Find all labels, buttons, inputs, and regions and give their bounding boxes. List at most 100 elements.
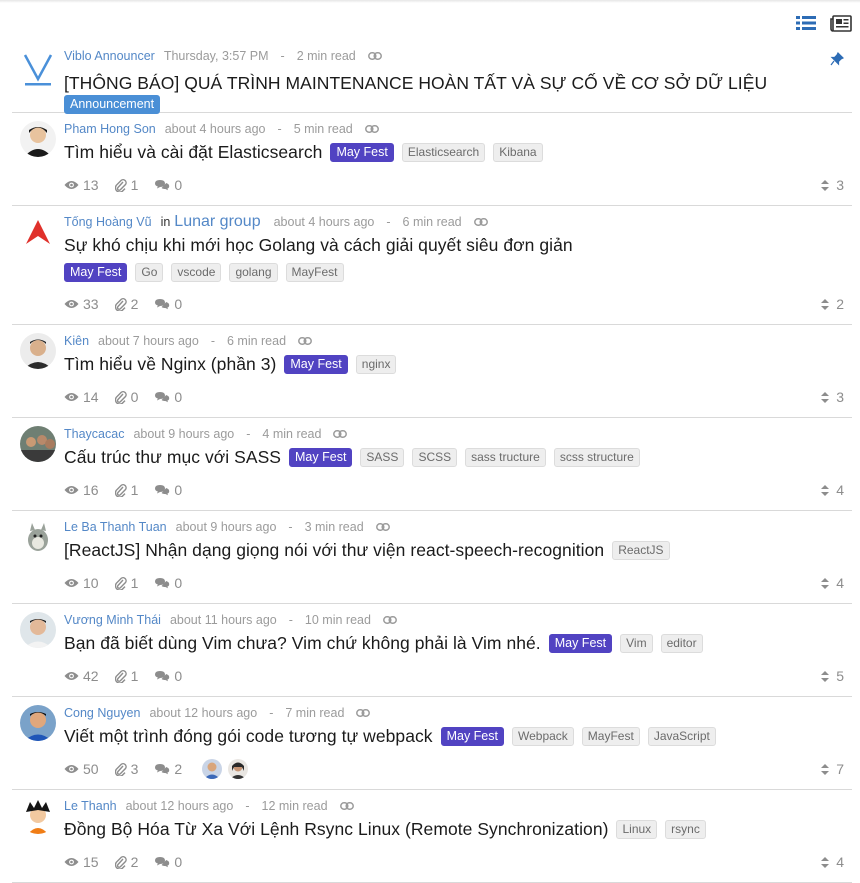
views-count: 10 bbox=[83, 575, 99, 591]
chain-link-icon[interactable] bbox=[367, 52, 382, 60]
chain-link-icon[interactable] bbox=[364, 125, 379, 133]
may-fest-tag[interactable]: May Fest bbox=[289, 447, 353, 467]
updown-icon[interactable] bbox=[820, 577, 830, 590]
comments-stat: 0 bbox=[154, 482, 182, 498]
post-item: Thaycacac about 9 hours ago -4 min read Cấu… bbox=[12, 418, 852, 511]
author-link[interactable]: Tống Hoàng Vũ bbox=[64, 214, 152, 230]
chain-link-icon[interactable] bbox=[473, 218, 488, 226]
score-value: 2 bbox=[836, 296, 844, 312]
tag[interactable]: JavaScript bbox=[647, 726, 716, 746]
tag[interactable]: Linux bbox=[616, 819, 658, 839]
newspaper-icon[interactable] bbox=[830, 15, 852, 32]
post-title[interactable]: [ReactJS] Nhận dạng giọng nói với thư vi… bbox=[64, 538, 604, 562]
tag[interactable]: Vim bbox=[620, 633, 653, 653]
author-link[interactable]: Le Ba Thanh Tuan bbox=[64, 519, 167, 535]
may-fest-tag[interactable]: May Fest bbox=[330, 142, 394, 162]
avatar[interactable] bbox=[20, 612, 56, 648]
comments-icon bbox=[155, 299, 170, 310]
separator: - bbox=[288, 520, 293, 534]
comments-icon bbox=[155, 578, 170, 589]
author-link[interactable]: Vương Minh Thái bbox=[64, 612, 161, 628]
read-time: 6 min read bbox=[402, 215, 462, 229]
avatar[interactable] bbox=[20, 705, 56, 741]
updown-icon[interactable] bbox=[820, 391, 830, 404]
updown-icon[interactable] bbox=[820, 763, 830, 776]
tag[interactable]: Elasticsearch bbox=[401, 142, 486, 162]
viblo-logo-avatar[interactable] bbox=[20, 52, 56, 88]
may-fest-tag[interactable]: May Fest bbox=[284, 354, 348, 374]
avatar[interactable] bbox=[20, 519, 56, 555]
tag[interactable]: sass tructure bbox=[465, 447, 546, 467]
tag[interactable]: ReactJS bbox=[612, 540, 670, 560]
tag[interactable]: golang bbox=[229, 263, 278, 282]
announcement-tag[interactable]: Announcement bbox=[64, 95, 161, 114]
tag[interactable]: rsync bbox=[665, 819, 706, 839]
post-time: about 12 hours ago bbox=[125, 799, 234, 813]
tag[interactable]: SCSS bbox=[412, 447, 458, 467]
author-link[interactable]: Thaycacac bbox=[64, 426, 124, 442]
post-title[interactable]: Cấu trúc thư mục với SASS bbox=[64, 445, 281, 469]
separator: - bbox=[246, 427, 251, 441]
comments-count: 2 bbox=[174, 761, 183, 777]
updown-icon[interactable] bbox=[820, 670, 830, 683]
separator: - bbox=[277, 122, 282, 136]
author-link[interactable]: Le Thanh bbox=[64, 798, 117, 814]
comments-count: 0 bbox=[174, 177, 183, 193]
chain-link-icon[interactable] bbox=[375, 523, 390, 531]
post-score: 5 bbox=[820, 668, 844, 684]
score-value: 3 bbox=[836, 177, 844, 193]
tag[interactable]: Kibana bbox=[493, 142, 543, 162]
post-title[interactable]: Tìm hiểu và cài đặt Elasticsearch bbox=[64, 140, 322, 164]
updown-icon[interactable] bbox=[820, 179, 830, 192]
post-title[interactable]: [THÔNG BÁO] QUÁ TRÌNH MAINTENANCE HOÀN T… bbox=[64, 71, 767, 95]
author-link[interactable]: Kiên bbox=[64, 333, 89, 349]
tag[interactable]: vscode bbox=[171, 263, 222, 282]
tag[interactable]: MayFest bbox=[581, 726, 640, 746]
comments-icon bbox=[155, 857, 170, 868]
author-link[interactable]: Pham Hong Son bbox=[64, 121, 156, 137]
chain-link-icon[interactable] bbox=[339, 802, 354, 810]
updown-icon[interactable] bbox=[820, 856, 830, 869]
eye-icon bbox=[64, 672, 79, 680]
avatar[interactable] bbox=[20, 426, 56, 462]
tag[interactable]: MayFest bbox=[285, 263, 344, 282]
post-title[interactable]: Đồng Bộ Hóa Từ Xa Với Lệnh Rsync Linux (… bbox=[64, 817, 608, 841]
avatar[interactable] bbox=[20, 214, 56, 250]
avatar[interactable] bbox=[20, 121, 56, 157]
tag[interactable]: SASS bbox=[360, 447, 405, 467]
read-time: 4 min read bbox=[262, 427, 322, 441]
post-item: Le Thanh about 12 hours ago -12 min read Đồ… bbox=[12, 790, 852, 883]
announcement-post: Viblo Announcer Thursday, 3:57 PM - 2 mi… bbox=[12, 44, 852, 114]
list-view-icon[interactable] bbox=[796, 15, 816, 32]
author-link[interactable]: Cong Nguyen bbox=[64, 705, 140, 721]
post-title[interactable]: Viết một trình đóng gói code tương tự we… bbox=[64, 724, 433, 748]
avatar[interactable] bbox=[228, 759, 249, 779]
may-fest-tag[interactable]: May Fest bbox=[64, 263, 128, 282]
updown-icon[interactable] bbox=[820, 298, 830, 311]
chain-link-icon[interactable] bbox=[356, 709, 371, 717]
chain-link-icon[interactable] bbox=[382, 616, 397, 624]
tag[interactable]: Go bbox=[135, 263, 164, 282]
chain-link-icon[interactable] bbox=[333, 430, 348, 438]
organization-link[interactable]: Lunar group bbox=[174, 214, 260, 230]
tag[interactable]: editor bbox=[660, 633, 703, 653]
post-title[interactable]: Bạn đã biết dùng Vim chưa? Vim chứ không… bbox=[64, 631, 541, 655]
post-title[interactable]: Tìm hiểu về Nginx (phần 3) bbox=[64, 352, 276, 376]
tag[interactable]: Webpack bbox=[511, 726, 574, 746]
may-fest-tag[interactable]: May Fest bbox=[440, 726, 504, 746]
may-fest-tag[interactable]: May Fest bbox=[548, 633, 613, 653]
avatar[interactable] bbox=[20, 333, 56, 369]
post-time: about 4 hours ago bbox=[273, 215, 375, 229]
chain-link-icon[interactable] bbox=[298, 337, 312, 345]
tag[interactable]: nginx bbox=[355, 354, 397, 374]
post-stats: 16 1 0 bbox=[64, 480, 198, 500]
post-score: 2 bbox=[820, 296, 844, 312]
updown-icon[interactable] bbox=[820, 484, 830, 497]
author-link[interactable]: Viblo Announcer bbox=[64, 48, 155, 64]
post-title[interactable]: Sự khó chịu khi mới học Golang và cách g… bbox=[64, 233, 573, 257]
post-score: 4 bbox=[820, 482, 844, 498]
avatar[interactable] bbox=[202, 759, 223, 779]
clips-stat: 0 bbox=[114, 389, 138, 405]
tag[interactable]: scss structure bbox=[553, 447, 640, 467]
avatar[interactable] bbox=[20, 798, 56, 834]
